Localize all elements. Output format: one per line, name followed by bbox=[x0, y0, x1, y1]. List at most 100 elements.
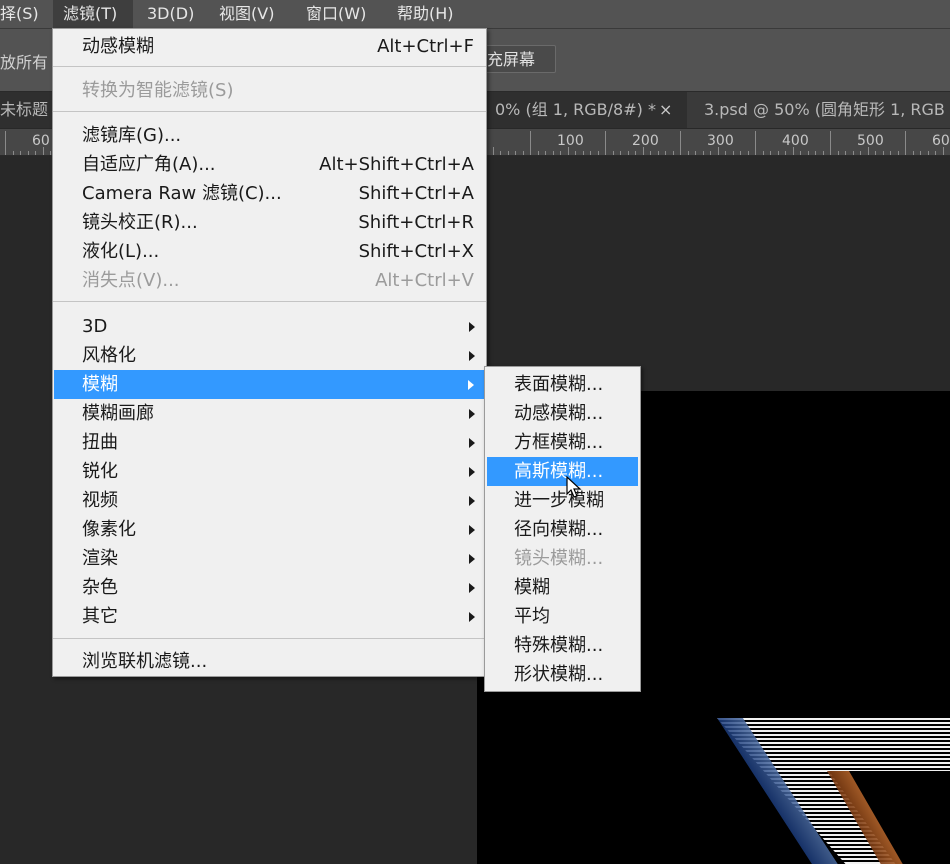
submenu-arrow-icon bbox=[469, 525, 475, 535]
submenu-item-surface-blur[interactable]: 表面模糊... bbox=[485, 370, 640, 399]
submenu-item-motion-blur[interactable]: 动感模糊... bbox=[485, 399, 640, 428]
menu-item-filter-gallery[interactable]: 滤镜库(G)... bbox=[53, 121, 486, 150]
menu-window[interactable]: 窗口(W) bbox=[306, 0, 366, 28]
ruler-label: 200 bbox=[632, 133, 659, 149]
menu-item-shortcut: Shift+Ctrl+X bbox=[358, 241, 474, 262]
ruler-tick bbox=[575, 151, 576, 155]
menu-item-blur-gallery[interactable]: 模糊画廊 bbox=[53, 399, 486, 428]
ruler-tick bbox=[500, 151, 501, 155]
submenu-item-smart-blur[interactable]: 特殊模糊... bbox=[485, 631, 640, 660]
menu-item-render[interactable]: 渲染 bbox=[53, 544, 486, 573]
menu-item-sharpen[interactable]: 锐化 bbox=[53, 457, 486, 486]
ruler-tick bbox=[515, 151, 516, 155]
menu-item-browse-online[interactable]: 浏览联机滤镜... bbox=[53, 647, 486, 676]
ruler-label: 300 bbox=[707, 133, 734, 149]
ruler-tick bbox=[687, 151, 689, 155]
ruler-tick bbox=[695, 151, 696, 155]
ruler-tick bbox=[612, 151, 614, 155]
ruler-tick bbox=[702, 151, 704, 155]
ruler-tick bbox=[597, 151, 599, 155]
ruler-tick bbox=[867, 147, 869, 155]
menu-filter[interactable]: 滤镜(T) bbox=[53, 0, 133, 28]
submenu-item-gaussian-blur[interactable]: 高斯模糊... bbox=[487, 457, 638, 486]
menu-item-convert-smart-filter: 转换为智能滤镜(S) bbox=[53, 76, 486, 105]
ruler-tick bbox=[620, 151, 621, 155]
ruler-tick bbox=[642, 147, 644, 155]
menu-item-label: 模糊 bbox=[82, 374, 118, 395]
menu-item-label: 液化(L)... bbox=[82, 241, 160, 262]
ruler-tick bbox=[567, 147, 569, 155]
menu-item-label: 扭曲 bbox=[82, 432, 118, 453]
menu-3d[interactable]: 3D(D) bbox=[147, 0, 194, 28]
ruler-tick bbox=[777, 151, 779, 155]
menu-item-shortcut: Alt+Ctrl+F bbox=[377, 36, 474, 57]
menu-item-lens-correction[interactable]: 镜头校正(R)... Shift+Ctrl+R bbox=[53, 208, 486, 237]
menu-separator bbox=[53, 111, 486, 112]
tab-active-doc[interactable]: 0% (组 1, RGB/8#) * bbox=[487, 92, 687, 128]
menu-item-motion-blur-last[interactable]: 动感模糊 Alt+Ctrl+F bbox=[53, 32, 486, 61]
menu-item-noise[interactable]: 杂色 bbox=[53, 573, 486, 602]
ruler-tick bbox=[492, 147, 494, 155]
menu-item-label: Camera Raw 滤镜(C)... bbox=[82, 183, 282, 204]
submenu-item-blur[interactable]: 模糊 bbox=[485, 573, 640, 602]
menu-item-label: 模糊画廊 bbox=[82, 403, 154, 424]
ruler-tick bbox=[837, 151, 839, 155]
menu-item-label: 镜头校正(R)... bbox=[82, 212, 198, 233]
menu-item-stylize[interactable]: 风格化 bbox=[53, 341, 486, 370]
close-icon[interactable]: × bbox=[659, 92, 672, 128]
ruler-tick bbox=[725, 151, 726, 155]
menu-select[interactable]: 择(S) bbox=[0, 0, 39, 28]
menu-item-label: 转换为智能滤镜(S) bbox=[82, 80, 234, 101]
submenu-item-blur-more[interactable]: 进一步模糊 bbox=[485, 486, 640, 515]
menu-item-pixelate[interactable]: 像素化 bbox=[53, 515, 486, 544]
menu-item-shortcut: Shift+Ctrl+R bbox=[358, 212, 474, 233]
menu-item-label: 动感模糊 bbox=[82, 36, 154, 57]
menu-item-video[interactable]: 视频 bbox=[53, 486, 486, 515]
menu-item-3d[interactable]: 3D bbox=[53, 312, 486, 341]
tab-3psd[interactable]: 3.psd @ 50% (圆角矩形 1, RGB bbox=[704, 92, 945, 128]
ruler-tick bbox=[42, 147, 44, 155]
tab-untitled[interactable]: 未标题 bbox=[0, 92, 60, 128]
submenu-item-label: 方框模糊... bbox=[514, 432, 604, 453]
menu-item-distort[interactable]: 扭曲 bbox=[53, 428, 486, 457]
menu-item-other[interactable]: 其它 bbox=[53, 602, 486, 631]
ruler-tick bbox=[50, 151, 51, 155]
ruler-tick bbox=[657, 151, 659, 155]
ruler-tick bbox=[627, 151, 629, 155]
menu-view[interactable]: 视图(V) bbox=[219, 0, 274, 28]
submenu-item-label: 进一步模糊 bbox=[514, 490, 604, 511]
submenu-item-shape-blur[interactable]: 形状模糊... bbox=[485, 660, 640, 689]
ruler-tick bbox=[800, 151, 801, 155]
menu-item-camera-raw[interactable]: Camera Raw 滤镜(C)... Shift+Ctrl+A bbox=[53, 179, 486, 208]
menu-item-adaptive-wide-angle[interactable]: 自适应广角(A)... Alt+Shift+Ctrl+A bbox=[53, 150, 486, 179]
menu-item-label: 视频 bbox=[82, 490, 118, 511]
blur-submenu: 表面模糊... 动感模糊... 方框模糊... 高斯模糊... 进一步模糊 径向… bbox=[484, 366, 641, 692]
option-label[interactable]: 放所有 bbox=[0, 49, 48, 73]
ruler-tick bbox=[822, 151, 824, 155]
ruler-label: 500 bbox=[857, 133, 884, 149]
submenu-item-average[interactable]: 平均 bbox=[485, 602, 640, 631]
menu-separator bbox=[53, 638, 486, 639]
menu-item-liquify[interactable]: 液化(L)... Shift+Ctrl+X bbox=[53, 237, 486, 266]
submenu-item-label: 特殊模糊... bbox=[514, 635, 604, 656]
submenu-item-label: 镜头模糊... bbox=[514, 548, 604, 569]
ruler-tick bbox=[710, 151, 711, 155]
ruler-tick bbox=[897, 151, 899, 155]
ruler-tick bbox=[590, 151, 591, 155]
ruler-tick bbox=[890, 151, 891, 155]
submenu-arrow-icon bbox=[469, 583, 475, 593]
menu-item-label: 消失点(V)... bbox=[82, 270, 180, 291]
ruler-tick bbox=[912, 151, 914, 155]
submenu-item-label: 形状模糊... bbox=[514, 664, 604, 685]
ruler-tick bbox=[12, 151, 14, 155]
submenu-item-label: 径向模糊... bbox=[514, 519, 604, 540]
submenu-item-radial-blur[interactable]: 径向模糊... bbox=[485, 515, 640, 544]
submenu-item-box-blur[interactable]: 方框模糊... bbox=[485, 428, 640, 457]
menu-item-label: 杂色 bbox=[82, 577, 118, 598]
menu-item-blur[interactable]: 模糊 bbox=[54, 370, 485, 399]
ruler-tick bbox=[665, 151, 666, 155]
ruler-tick bbox=[5, 131, 6, 155]
tab-3psd-label: 3.psd @ 50% (圆角矩形 1, RGB bbox=[704, 100, 945, 119]
submenu-arrow-icon bbox=[469, 438, 475, 448]
menu-help[interactable]: 帮助(H) bbox=[397, 0, 454, 28]
